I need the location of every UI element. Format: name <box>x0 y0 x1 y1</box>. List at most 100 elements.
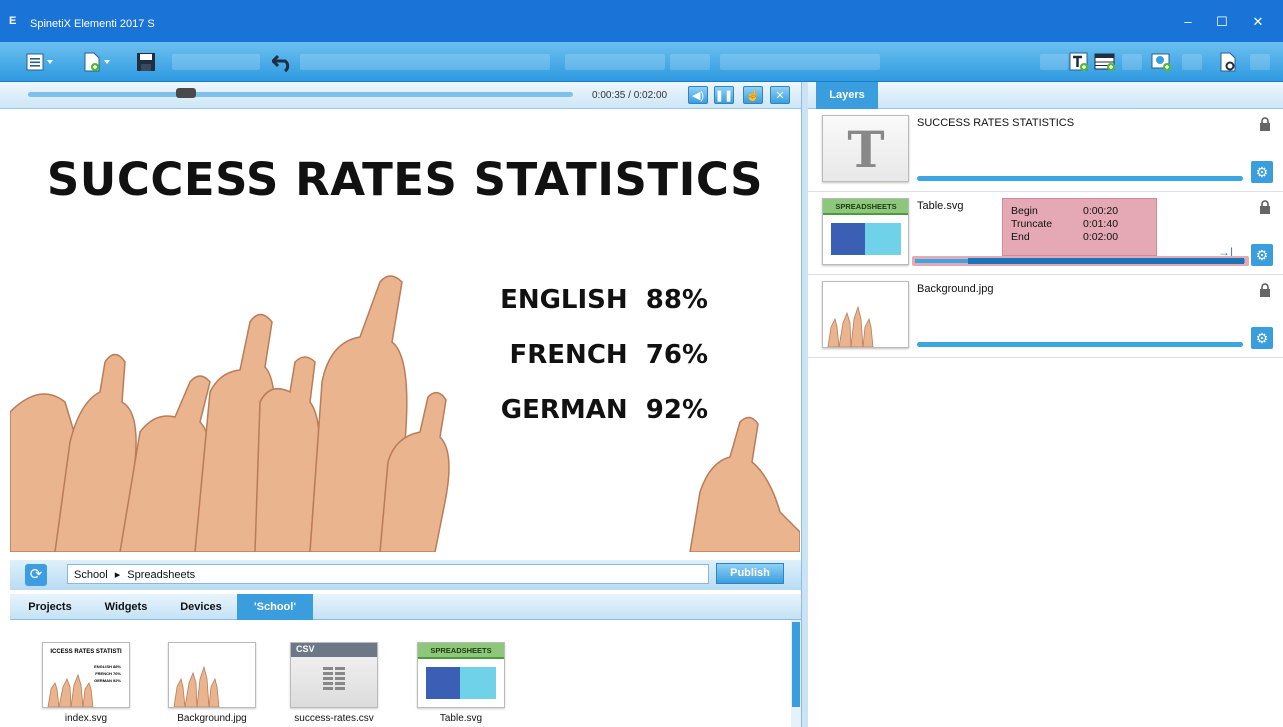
layer-timeline-bar[interactable] <box>917 342 1243 347</box>
table-layer-button[interactable] <box>1094 50 1116 74</box>
disabled-tool <box>1182 54 1202 70</box>
disabled-font-select <box>565 54 665 70</box>
disabled-format-tools <box>300 54 550 70</box>
playback-track[interactable] <box>28 92 573 97</box>
file-thumbnail: ICCESS RATES STATISTI ENGLISH 88% FRENCH… <box>42 642 130 708</box>
layers-header: Layers <box>808 82 1283 109</box>
lock-icon[interactable] <box>1259 117 1271 132</box>
new-document-button[interactable] <box>83 50 110 74</box>
tab-school[interactable]: 'School' <box>237 594 313 620</box>
stat-german: GERMAN 92% <box>500 395 708 425</box>
table-preview-left <box>426 667 460 699</box>
spreadsheet-icon <box>323 667 345 690</box>
pause-icon: ❚❚ <box>714 89 734 102</box>
files-scrollbar[interactable] <box>791 620 801 727</box>
thumbs-up-image <box>827 305 874 347</box>
file-thumbnail: SPREADSHEETS <box>417 642 505 708</box>
window-title: SpinetiX Elementi 2017 S <box>30 18 155 30</box>
lock-icon[interactable] <box>1259 283 1271 298</box>
breadcrumb-spreadsheets[interactable]: Spreadsheets <box>127 569 195 581</box>
layer-thumbnail: SPREADSHEETS <box>822 198 909 265</box>
truncate-label: Truncate <box>1011 218 1053 230</box>
hand-icon: ☝ <box>746 89 760 102</box>
table-layer-icon <box>1094 53 1115 71</box>
refresh-icon: ⟳ <box>29 566 43 583</box>
disabled-text-tools <box>720 54 880 70</box>
media-layer-button[interactable] <box>1150 50 1172 74</box>
pause-button[interactable]: ❚❚ <box>714 86 734 104</box>
timeline-truncated-segment[interactable] <box>968 258 1244 264</box>
gear-icon: ⚙ <box>1255 247 1269 263</box>
thumb-title: ICCESS RATES STATISTI <box>50 649 122 655</box>
minimize-button[interactable]: – <box>1173 12 1203 32</box>
stop-button[interactable]: ✕ <box>770 86 790 104</box>
layer-name: Table.svg <box>917 200 964 212</box>
layer-item-title[interactable]: T SUCCESS RATES STATISTICS ⚙ <box>808 109 1283 192</box>
layer-name: SUCCESS RATES STATISTICS <box>917 117 1075 129</box>
stat-french: FRENCH 76% <box>509 340 708 370</box>
thumbs-up-image <box>173 665 220 707</box>
table-preview-right <box>865 223 901 255</box>
preview-canvas[interactable]: SUCCESS RATES STATISTICS ENGLISH 88% FRE… <box>10 109 800 552</box>
playback-thumb[interactable] <box>176 88 197 98</box>
layer-settings-button[interactable]: ⚙ <box>1251 327 1273 349</box>
begin-label: Begin <box>1011 205 1038 217</box>
panel-splitter[interactable] <box>801 82 808 727</box>
breadcrumb-school[interactable]: School <box>74 569 108 581</box>
layer-timeline-bar[interactable] <box>917 176 1243 181</box>
disabled-size-select <box>670 54 710 70</box>
library-tabs: Projects Widgets Devices 'School' <box>10 594 801 620</box>
scrollbar-thumb[interactable] <box>792 622 800 707</box>
file-browser: ICCESS RATES STATISTI ENGLISH 88% FRENCH… <box>10 620 791 727</box>
document-settings-button[interactable] <box>1218 50 1238 74</box>
maximize-button[interactable]: ☐ <box>1207 12 1237 32</box>
undo-button[interactable] <box>272 50 294 74</box>
tab-widgets[interactable]: Widgets <box>92 594 160 620</box>
path-field[interactable]: School ▸ Spreadsheets <box>67 564 709 584</box>
gear-icon: ⚙ <box>1255 164 1269 180</box>
end-label: End <box>1011 231 1030 243</box>
preview-title: SUCCESS RATES STATISTICS <box>46 153 764 206</box>
layer-timeline-bar-highlighted[interactable] <box>912 256 1249 266</box>
save-icon <box>137 53 155 71</box>
refresh-button[interactable]: ⟳ <box>25 564 47 586</box>
disabled-edit-tools <box>172 54 260 70</box>
spreadsheets-badge: SPREADSHEETS <box>418 643 504 659</box>
tab-projects[interactable]: Projects <box>20 594 80 620</box>
breadcrumb-separator-icon: ▸ <box>114 569 121 581</box>
layer-settings-button[interactable]: ⚙ <box>1251 244 1273 266</box>
close-icon: ✕ <box>775 89 785 102</box>
truncate-value: 0:01:40 <box>1083 218 1119 230</box>
undo-icon <box>272 54 290 72</box>
timecode: 0:00:35 / 0:02:00 <box>592 90 668 101</box>
text-layer-icon: T <box>847 120 885 179</box>
chevron-down-icon <box>47 60 53 64</box>
tab-layers[interactable]: Layers <box>816 82 878 109</box>
table-preview-right <box>460 667 496 699</box>
path-bar: ⟳ School ▸ Spreadsheets Publish <box>10 560 801 590</box>
text-layer-button[interactable] <box>1069 50 1089 74</box>
layer-thumbnail: T <box>822 115 909 182</box>
layers-panel: T SUCCESS RATES STATISTICS ⚙ SPREADSHEET… <box>808 109 1283 727</box>
publish-button[interactable]: Publish <box>716 563 784 584</box>
menu-icon <box>26 53 44 71</box>
tab-devices[interactable]: Devices <box>170 594 232 620</box>
toolbar <box>0 42 1283 82</box>
gear-icon: ⚙ <box>1255 330 1269 346</box>
lock-icon[interactable] <box>1259 200 1271 215</box>
layer-item-table[interactable]: SPREADSHEETS Table.svg Begin 0:00:20 Trun… <box>808 192 1283 275</box>
menu-button[interactable] <box>26 50 53 74</box>
layer-item-background[interactable]: Background.jpg ⚙ <box>808 275 1283 358</box>
interact-button[interactable]: ☝ <box>743 86 763 104</box>
begin-value: 0:00:20 <box>1083 205 1119 217</box>
spreadsheets-badge: SPREADSHEETS <box>823 199 908 215</box>
layer-thumbnail <box>822 281 909 348</box>
document-settings-icon <box>1220 52 1236 72</box>
end-value: 0:02:00 <box>1083 231 1119 243</box>
save-button[interactable] <box>136 50 156 74</box>
mute-button[interactable]: ◀) <box>688 86 708 104</box>
close-window-button[interactable]: ✕ <box>1243 12 1273 32</box>
layer-settings-button[interactable]: ⚙ <box>1251 161 1273 183</box>
speaker-icon: ◀) <box>691 89 705 102</box>
text-layer-icon <box>1069 52 1088 71</box>
